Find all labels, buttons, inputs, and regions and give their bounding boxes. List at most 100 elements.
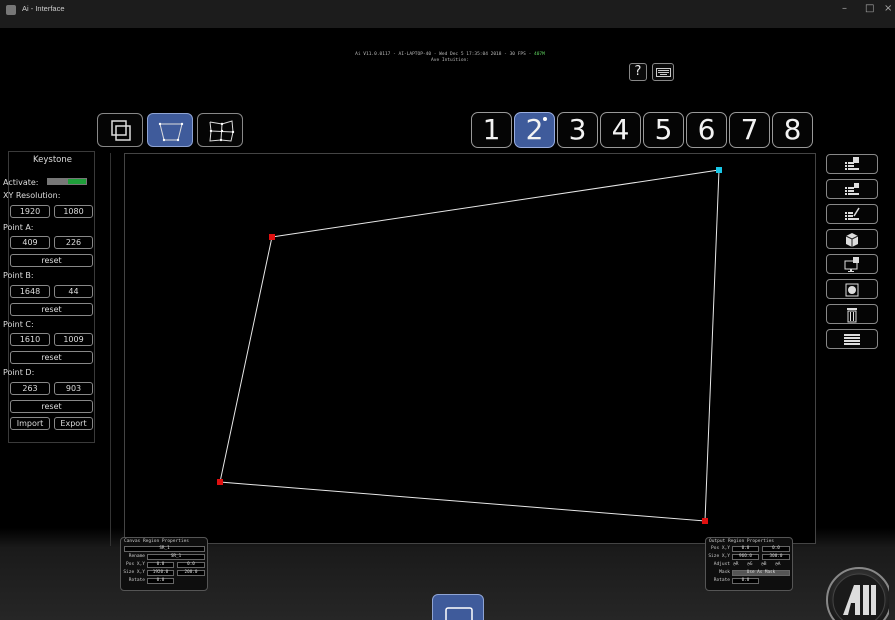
adjust-label: Adjust (713, 562, 730, 567)
minimize-button[interactable]: – (842, 3, 847, 14)
point-a-reset-button[interactable]: reset (10, 254, 93, 267)
cube-add-button[interactable] (826, 229, 878, 249)
main-area: Ai V11.0.0117 - AI-LAPTOP-40 - Wed Dec 5… (0, 28, 895, 620)
corner-handle-d[interactable] (217, 479, 223, 485)
canvas-region-icon (111, 120, 131, 141)
rename-field[interactable]: SR_1 (147, 554, 205, 560)
output-button-2[interactable]: 2 (514, 112, 555, 148)
out-pos-y-field[interactable]: 0.0 (762, 546, 790, 552)
list-add-button[interactable] (826, 179, 878, 199)
adjust-r-knob[interactable]: ◔R (733, 562, 747, 567)
resolution-y-field[interactable]: 1080 (54, 205, 93, 218)
out-rotate-field[interactable]: 0.0 (732, 578, 759, 584)
point-b-y-field[interactable]: 44 (54, 285, 93, 298)
keyboard-icon (656, 68, 671, 77)
point-d-y-field[interactable]: 903 (54, 382, 93, 395)
corner-handle-b[interactable] (716, 167, 722, 173)
point-d-x-field[interactable]: 263 (10, 382, 50, 395)
corner-handle-c[interactable] (702, 518, 708, 524)
activate-toggle[interactable] (47, 178, 87, 185)
adjust-r-label: R (735, 562, 739, 567)
output-label-2: 2 (525, 113, 544, 146)
window-title: Ai - Interface (22, 4, 65, 13)
delete-button[interactable] (826, 304, 878, 324)
output-button-4[interactable]: 4 (600, 112, 641, 148)
help-button[interactable]: ? (629, 63, 647, 81)
record-icon (845, 283, 859, 297)
mesh-warp-icon (209, 120, 235, 142)
import-button[interactable]: Import (10, 417, 50, 430)
keyboard-button[interactable] (652, 63, 674, 81)
list-check-button[interactable] (826, 154, 878, 174)
monitor-add-icon (844, 257, 859, 272)
keystone-title: Keystone (33, 155, 72, 165)
pos-y-field[interactable]: 0.0 (177, 562, 205, 568)
point-b-x-field[interactable]: 1648 (10, 285, 50, 298)
point-a-y-field[interactable]: 226 (54, 236, 93, 249)
rename-label: Rename (128, 554, 145, 559)
size-label: Size X,Y (123, 570, 145, 575)
window-titlebar: Ai - Interface – □ × (0, 0, 895, 28)
pos-label: Pos X,Y (126, 562, 145, 567)
status-line2: Ave Intuition: (431, 58, 469, 63)
out-size-label: Size X,Y (708, 554, 730, 559)
active-indicator-icon (543, 117, 547, 121)
list-check-icon (845, 157, 859, 170)
point-c-reset-button[interactable]: reset (10, 351, 93, 364)
activate-label: Activate: (3, 178, 39, 187)
point-b-label: Point B: (3, 271, 34, 280)
trash-icon (847, 308, 857, 323)
point-d-label: Point D: (3, 368, 35, 377)
grid-button[interactable] (826, 329, 878, 349)
out-size-y-field[interactable]: 300.0 (762, 554, 790, 560)
adjust-g-knob[interactable]: ◔G (747, 562, 761, 567)
status-text: Ai V11.0.0117 - AI-LAPTOP-40 - Wed Dec 5… (300, 52, 600, 64)
canvas-region-properties: Canvas Region Properties SR_1 Rename SR_… (120, 537, 208, 591)
keystone-canvas[interactable] (124, 153, 816, 544)
size-x-field[interactable]: 1920.0 (147, 570, 174, 576)
status-line1: Ai V11.0.0117 - AI-LAPTOP-40 - Wed Dec 5… (355, 52, 534, 57)
use-as-mask-button[interactable]: Use As Mask (732, 570, 790, 576)
resolution-label: XY Resolution: (3, 191, 61, 200)
monitor-icon (445, 607, 473, 620)
region-select[interactable]: SR_1 (124, 546, 205, 552)
point-c-x-field[interactable]: 1610 (10, 333, 50, 346)
rotate-label: Rotate (128, 578, 145, 583)
adjust-b-knob[interactable]: ◔B (761, 562, 775, 567)
point-a-x-field[interactable]: 409 (10, 236, 50, 249)
canvas-mode-button[interactable] (97, 113, 143, 147)
pos-x-field[interactable]: 0.0 (147, 562, 174, 568)
keystone-icon (158, 122, 184, 142)
monitor-add-button[interactable] (826, 254, 878, 274)
rotate-field[interactable]: 0.0 (147, 578, 174, 584)
point-c-label: Point C: (3, 320, 34, 329)
output-button-3[interactable]: 3 (557, 112, 598, 148)
point-d-reset-button[interactable]: reset (10, 400, 93, 413)
output-button-5[interactable]: 5 (643, 112, 684, 148)
output-button-8[interactable]: 8 (772, 112, 813, 148)
point-b-reset-button[interactable]: reset (10, 303, 93, 316)
resolution-x-field[interactable]: 1920 (10, 205, 50, 218)
ai-logo (823, 563, 892, 620)
keystone-mode-button[interactable] (147, 113, 193, 147)
close-button[interactable]: × (884, 3, 892, 14)
out-size-x-field[interactable]: 960.0 (732, 554, 759, 560)
output-button-1[interactable]: 1 (471, 112, 512, 148)
point-c-y-field[interactable]: 1009 (54, 333, 93, 346)
out-pos-x-field[interactable]: 0.0 (732, 546, 759, 552)
corner-handle-a[interactable] (269, 234, 275, 240)
size-y-field[interactable]: 200.0 (177, 570, 205, 576)
display-button[interactable] (432, 594, 484, 620)
adjust-a-label: A (777, 562, 781, 567)
output-button-6[interactable]: 6 (686, 112, 727, 148)
output-button-7[interactable]: 7 (729, 112, 770, 148)
record-button[interactable] (826, 279, 878, 299)
adjust-b-label: B (763, 562, 767, 567)
out-rotate-label: Rotate (713, 578, 730, 583)
maximize-button[interactable]: □ (865, 3, 874, 14)
export-button[interactable]: Export (54, 417, 93, 430)
adjust-a-knob[interactable]: ◔A (775, 562, 789, 567)
keystone-quad (217, 167, 722, 524)
list-edit-button[interactable] (826, 204, 878, 224)
mesh-mode-button[interactable] (197, 113, 243, 147)
